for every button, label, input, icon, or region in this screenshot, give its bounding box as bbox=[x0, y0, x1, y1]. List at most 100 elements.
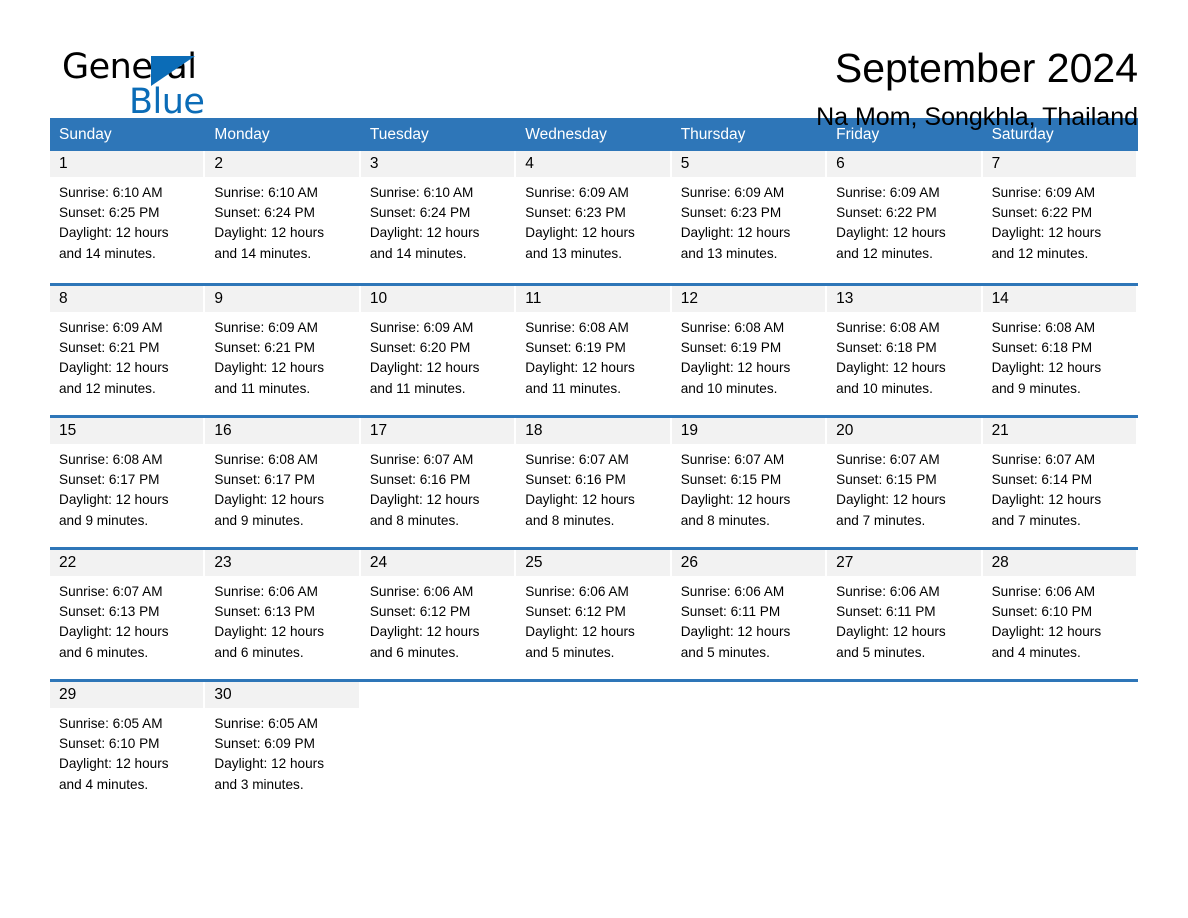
day-details: Sunrise: 6:10 AM Sunset: 6:24 PM Daylight:… bbox=[205, 177, 360, 264]
day-details: Sunrise: 6:09 AM Sunset: 6:22 PM Daylight:… bbox=[827, 177, 982, 264]
calendar-week-row: 22 Sunrise: 6:07 AM Sunset: 6:13 PM Dayligh… bbox=[50, 547, 1138, 679]
calendar-day-cell-13[interactable]: 13 Sunrise: 6:08 AM Sunset: 6:18 PM Dayligh… bbox=[827, 286, 983, 415]
calendar-day-cell-21[interactable]: 21 Sunrise: 6:07 AM Sunset: 6:14 PM Dayligh… bbox=[982, 418, 1138, 547]
sunrise-text: Sunrise: 6:06 AM bbox=[214, 584, 318, 599]
sunrise-text: Sunrise: 6:09 AM bbox=[991, 185, 1096, 200]
daylight-text-line2: and 3 minutes. bbox=[214, 776, 304, 792]
page-title: September 2024 bbox=[834, 45, 1138, 91]
calendar-day-cell-26[interactable]: 26 Sunrise: 6:06 AM Sunset: 6:11 PM Dayligh… bbox=[671, 550, 828, 679]
day-details: Sunrise: 6:09 AM Sunset: 6:23 PM Daylight:… bbox=[672, 177, 827, 264]
day-number: 17 bbox=[360, 418, 515, 444]
weekday-header-friday: Friday bbox=[836, 126, 880, 143]
daylight-text-line2: and 4 minutes. bbox=[59, 776, 149, 792]
logo-text-blue: Blue bbox=[129, 82, 205, 122]
calendar-day-cell-14[interactable]: 14 Sunrise: 6:08 AM Sunset: 6:18 PM Dayligh… bbox=[982, 286, 1138, 415]
calendar-day-cell-6[interactable]: 6 Sunrise: 6:09 AM Sunset: 6:22 PM Daylight… bbox=[827, 151, 983, 283]
daylight-text-line1: Daylight: 12 hours bbox=[369, 225, 480, 241]
calendar-day-cell-10[interactable]: 10 Sunrise: 6:09 AM Sunset: 6:20 PM Dayligh… bbox=[360, 286, 517, 415]
day-number: 13 bbox=[827, 286, 981, 312]
sunrise-text: Sunrise: 6:08 AM bbox=[991, 320, 1096, 335]
day-details: Sunrise: 6:09 AM Sunset: 6:21 PM Daylight:… bbox=[50, 312, 205, 399]
daylight-text-line1: Daylight: 12 hours bbox=[59, 492, 169, 508]
sunset-text: Sunset: 6:19 PM bbox=[525, 340, 626, 356]
daylight-text-line1: Daylight: 12 hours bbox=[369, 360, 480, 376]
day-number: 19 bbox=[671, 418, 826, 444]
generalblue-logo[interactable]: General Blue bbox=[50, 42, 260, 122]
calendar-day-cell-8[interactable]: 8 Sunrise: 6:09 AM Sunset: 6:21 PM Daylight… bbox=[50, 286, 206, 415]
calendar-day-cell-5[interactable]: 5 Sunrise: 6:09 AM Sunset: 6:23 PM Daylight… bbox=[671, 151, 828, 283]
calendar-day-cell-29[interactable]: 29 Sunrise: 6:05 AM Sunset: 6:10 PM Dayligh… bbox=[50, 682, 206, 811]
calendar-day-cell-11[interactable]: 11 Sunrise: 6:08 AM Sunset: 6:19 PM Dayligh… bbox=[516, 286, 672, 415]
calendar-day-cell-empty bbox=[982, 682, 1138, 811]
day-number: 14 bbox=[982, 286, 1136, 312]
sunrise-text: Sunrise: 6:10 AM bbox=[369, 185, 474, 200]
daylight-text-line1: Daylight: 12 hours bbox=[59, 225, 169, 241]
sunrise-text: Sunrise: 6:08 AM bbox=[836, 320, 940, 335]
daylight-text-line1: Daylight: 12 hours bbox=[369, 492, 480, 508]
calendar-day-cell-empty bbox=[671, 682, 828, 811]
daylight-text-line2: and 14 minutes. bbox=[214, 245, 312, 261]
day-number: 29 bbox=[50, 682, 204, 708]
sunset-text: Sunset: 6:24 PM bbox=[214, 205, 315, 221]
calendar-day-cell-9[interactable]: 9 Sunrise: 6:09 AM Sunset: 6:21 PM Daylight… bbox=[205, 286, 361, 415]
calendar-day-cell-4[interactable]: 4 Sunrise: 6:09 AM Sunset: 6:23 PM Daylight… bbox=[516, 151, 672, 283]
calendar-day-cell-15[interactable]: 15 Sunrise: 6:08 AM Sunset: 6:17 PM Dayligh… bbox=[50, 418, 206, 547]
day-details: Sunrise: 6:08 AM Sunset: 6:18 PM Daylight:… bbox=[983, 312, 1138, 399]
daylight-text-line1: Daylight: 12 hours bbox=[991, 225, 1102, 241]
calendar-day-cell-22[interactable]: 22 Sunrise: 6:07 AM Sunset: 6:13 PM Dayligh… bbox=[50, 550, 206, 679]
daylight-text-line1: Daylight: 12 hours bbox=[836, 225, 946, 241]
day-details: Sunrise: 6:06 AM Sunset: 6:12 PM Daylight:… bbox=[516, 576, 671, 663]
daylight-text-line2: and 12 minutes. bbox=[836, 245, 933, 261]
calendar-day-cell-30[interactable]: 30 Sunrise: 6:05 AM Sunset: 6:09 PM Dayligh… bbox=[205, 682, 361, 811]
calendar-day-cell-7[interactable]: 7 Sunrise: 6:09 AM Sunset: 6:22 PM Daylight… bbox=[982, 151, 1138, 283]
day-number: 18 bbox=[516, 418, 670, 444]
daylight-text-line1: Daylight: 12 hours bbox=[680, 225, 791, 241]
calendar-day-cell-19[interactable]: 19 Sunrise: 6:07 AM Sunset: 6:15 PM Dayligh… bbox=[671, 418, 828, 547]
sunrise-text: Sunrise: 6:07 AM bbox=[59, 584, 163, 599]
calendar-day-cell-27[interactable]: 27 Sunrise: 6:06 AM Sunset: 6:11 PM Dayligh… bbox=[827, 550, 983, 679]
calendar-day-cell-25[interactable]: 25 Sunrise: 6:06 AM Sunset: 6:12 PM Dayligh… bbox=[516, 550, 672, 679]
daylight-text-line1: Daylight: 12 hours bbox=[836, 492, 946, 508]
sunrise-text: Sunrise: 6:09 AM bbox=[836, 185, 940, 200]
sunset-text: Sunset: 6:22 PM bbox=[836, 205, 937, 221]
weekday-header-tuesday: Tuesday bbox=[369, 126, 429, 143]
daylight-text-line1: Daylight: 12 hours bbox=[525, 360, 635, 376]
day-number: 11 bbox=[516, 286, 670, 312]
day-details: Sunrise: 6:07 AM Sunset: 6:15 PM Daylight:… bbox=[827, 444, 982, 531]
calendar-day-cell-24[interactable]: 24 Sunrise: 6:06 AM Sunset: 6:12 PM Dayligh… bbox=[360, 550, 517, 679]
day-number: 22 bbox=[50, 550, 204, 576]
calendar-day-cell-28[interactable]: 28 Sunrise: 6:06 AM Sunset: 6:10 PM Dayligh… bbox=[982, 550, 1138, 679]
sunset-text: Sunset: 6:24 PM bbox=[369, 205, 471, 221]
day-number: 30 bbox=[205, 682, 359, 708]
calendar-day-cell-12[interactable]: 12 Sunrise: 6:08 AM Sunset: 6:19 PM Dayligh… bbox=[671, 286, 828, 415]
calendar-day-cell-17[interactable]: 17 Sunrise: 6:07 AM Sunset: 6:16 PM Dayligh… bbox=[360, 418, 517, 547]
daylight-text-line2: and 9 minutes. bbox=[991, 380, 1081, 396]
daylight-text-line2: and 8 minutes. bbox=[525, 512, 615, 528]
day-number bbox=[672, 682, 825, 708]
calendar-day-cell-18[interactable]: 18 Sunrise: 6:07 AM Sunset: 6:16 PM Dayligh… bbox=[516, 418, 672, 547]
daylight-text-line2: and 13 minutes. bbox=[680, 245, 778, 261]
sunset-text: Sunset: 6:10 PM bbox=[991, 604, 1093, 620]
sunset-text: Sunset: 6:15 PM bbox=[680, 472, 782, 488]
calendar-day-cell-20[interactable]: 20 Sunrise: 6:07 AM Sunset: 6:15 PM Dayligh… bbox=[827, 418, 983, 547]
calendar-day-cell-1[interactable]: 1 Sunrise: 6:10 AM Sunset: 6:25 PM Daylight… bbox=[50, 151, 206, 283]
calendar-day-cell-16[interactable]: 16 Sunrise: 6:08 AM Sunset: 6:17 PM Dayligh… bbox=[205, 418, 361, 547]
daylight-text-line2: and 14 minutes. bbox=[369, 245, 467, 261]
day-details: Sunrise: 6:08 AM Sunset: 6:18 PM Daylight:… bbox=[827, 312, 982, 399]
day-details: Sunrise: 6:06 AM Sunset: 6:13 PM Daylight:… bbox=[205, 576, 360, 663]
calendar-day-cell-3[interactable]: 3 Sunrise: 6:10 AM Sunset: 6:24 PM Daylight… bbox=[360, 151, 517, 283]
day-number: 24 bbox=[360, 550, 515, 576]
daylight-text-line1: Daylight: 12 hours bbox=[836, 624, 946, 640]
sunset-text: Sunset: 6:23 PM bbox=[680, 205, 782, 221]
daylight-text-line2: and 4 minutes. bbox=[991, 644, 1081, 660]
sunrise-text: Sunrise: 6:09 AM bbox=[369, 320, 474, 335]
daylight-text-line2: and 7 minutes. bbox=[991, 512, 1081, 528]
calendar-day-cell-2[interactable]: 2 Sunrise: 6:10 AM Sunset: 6:24 PM Daylight… bbox=[205, 151, 361, 283]
sunset-text: Sunset: 6:20 PM bbox=[369, 340, 471, 356]
calendar-day-cell-23[interactable]: 23 Sunrise: 6:06 AM Sunset: 6:13 PM Dayligh… bbox=[205, 550, 361, 679]
day-details: Sunrise: 6:08 AM Sunset: 6:19 PM Daylight:… bbox=[672, 312, 827, 399]
sunrise-text: Sunrise: 6:08 AM bbox=[680, 320, 785, 335]
daylight-text-line2: and 9 minutes. bbox=[214, 512, 304, 528]
daylight-text-line2: and 6 minutes. bbox=[59, 644, 149, 660]
day-number: 8 bbox=[50, 286, 204, 312]
